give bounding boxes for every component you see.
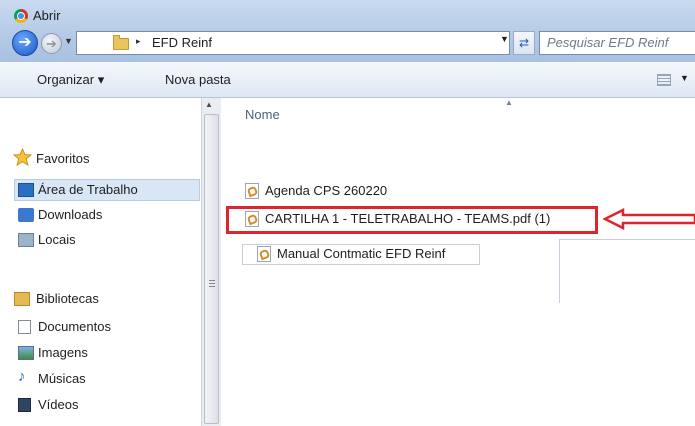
- red-arrow-annotation: [603, 208, 695, 230]
- videos-icon: [18, 398, 31, 412]
- navigation-pane: Favoritos Área de Trabalho Downloads Loc…: [0, 98, 221, 426]
- scroll-grip-icon: [209, 280, 215, 287]
- rename-popup-edge: [559, 239, 695, 303]
- sidebar-item-locais[interactable]: Locais: [38, 232, 76, 247]
- command-toolbar: Organizar ▾ Nova pasta ▼: [0, 62, 695, 98]
- sidebar-item-imagens[interactable]: Imagens: [38, 345, 88, 360]
- music-icon: ♪: [18, 368, 26, 385]
- breadcrumb-arrow-icon[interactable]: ▸: [136, 36, 141, 47]
- breadcrumb-current-folder[interactable]: EFD Reinf: [152, 35, 212, 50]
- search-placeholder: Pesquisar EFD Reinf: [547, 35, 669, 50]
- libraries-section[interactable]: Bibliotecas: [36, 291, 99, 306]
- sidebar-item-desktop[interactable]: Área de Trabalho: [38, 182, 138, 197]
- sort-ascending-icon: ▲: [505, 98, 513, 107]
- file-name: CARTILHA 1 - TELETRABALHO - TEAMS.pdf (1…: [265, 211, 551, 226]
- search-input[interactable]: Pesquisar EFD Reinf: [539, 31, 695, 55]
- navigation-scrollbar[interactable]: ▲: [201, 98, 221, 426]
- scroll-thumb[interactable]: [204, 114, 219, 424]
- star-icon: [13, 148, 32, 166]
- chrome-logo-icon: [14, 9, 28, 23]
- forward-button[interactable]: ➔: [41, 33, 62, 54]
- sidebar-item-musicas[interactable]: Músicas: [38, 371, 86, 386]
- sidebar-item-videos[interactable]: Vídeos: [38, 397, 78, 412]
- window-title: Abrir: [33, 8, 61, 23]
- downloads-folder-icon: [18, 208, 34, 222]
- view-dropdown-icon[interactable]: ▼: [680, 73, 689, 83]
- file-name: Manual Contmatic EFD Reinf: [277, 246, 446, 261]
- window-titlebar: Abrir ➔ ➔ ▼ ▸ EFD Reinf ▼ ⇄ Pesquisar EF…: [0, 0, 695, 62]
- pdf-file-icon: [245, 183, 259, 199]
- scroll-up-arrow-icon[interactable]: ▲: [205, 100, 213, 109]
- address-bar[interactable]: ▸ EFD Reinf: [76, 31, 510, 55]
- address-dropdown-icon[interactable]: ▼: [500, 34, 509, 44]
- desktop-icon: [18, 183, 34, 197]
- organize-button[interactable]: Organizar ▾: [37, 72, 104, 88]
- recent-places-icon: [18, 233, 34, 247]
- folder-icon: [113, 35, 129, 50]
- file-list-pane: ▲ Nome Agenda CPS 260220 CARTILHA 1 - TE…: [221, 98, 695, 426]
- column-header-name[interactable]: Nome: [245, 107, 280, 122]
- refresh-button[interactable]: ⇄: [513, 31, 535, 55]
- file-name: Agenda CPS 260220: [265, 183, 388, 198]
- pdf-file-icon: [257, 246, 271, 262]
- recent-locations-dropdown[interactable]: ▼: [64, 36, 73, 46]
- libraries-icon: [14, 292, 30, 306]
- sidebar-item-downloads[interactable]: Downloads: [38, 207, 102, 222]
- favorites-section[interactable]: Favoritos: [36, 151, 89, 166]
- documents-icon: [18, 320, 31, 334]
- pdf-file-icon: [245, 211, 259, 227]
- pictures-icon: [18, 346, 34, 360]
- back-button[interactable]: ➔: [12, 30, 38, 56]
- new-folder-button[interactable]: Nova pasta: [165, 72, 231, 87]
- sidebar-item-documentos[interactable]: Documentos: [38, 319, 111, 334]
- view-options-icon[interactable]: [657, 74, 671, 86]
